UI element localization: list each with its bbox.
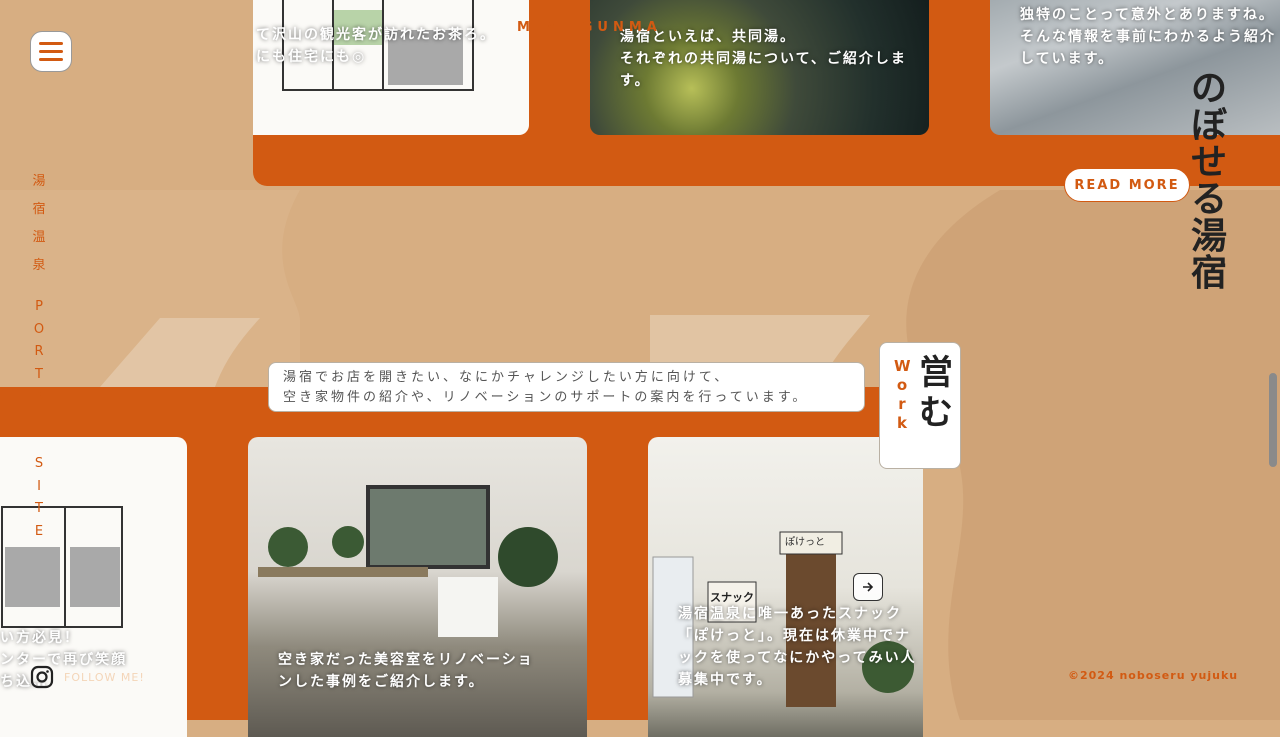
site-logo[interactable]: の ぼ せ る 湯 宿 bbox=[1188, 70, 1230, 292]
work-card-floorplan[interactable]: い方必見！ ンターで再び笑顔 ち込… bbox=[0, 437, 187, 737]
card-text: 空き家だった美容室をリノベーションした事例をご紹介します。 bbox=[278, 652, 534, 690]
work-callout: 湯宿でお店を開きたい、なにかチャレンジしたい方に向けて、 空き家物件の紹介や、リ… bbox=[268, 362, 865, 412]
next-arrow-button[interactable] bbox=[853, 573, 883, 601]
arrow-right-icon bbox=[863, 582, 874, 592]
card-text: 湯宿温泉に唯一あったスナック「ぽけっと」。現在は休業中でナックを使ってなにかやっ… bbox=[678, 606, 917, 688]
card-text: 独特のことって意外とありますね。 そんな情報を事前にわかるよう紹介しています。 bbox=[1020, 7, 1276, 67]
card-text: 湯宿といえば、共同湯。 それぞれの共同湯について、ご紹介します。 bbox=[620, 29, 907, 89]
info-card-local-info[interactable]: 独特のことって意外とありますね。 そんな情報を事前にわかるよう紹介しています。 bbox=[990, 0, 1280, 135]
callout-text: 湯宿でお店を開きたい、なにかチャレンジしたい方に向けて、 空き家物件の紹介や、リ… bbox=[283, 370, 809, 405]
marquee-text: M MI GUNMA bbox=[517, 20, 662, 35]
info-card-floorplan[interactable]: て沢山の観光客が訪れたお茶ろ。 にも住宅にも◎ bbox=[253, 0, 529, 135]
section-title: 営 む bbox=[919, 353, 953, 433]
read-more-button[interactable]: READ MORE bbox=[1064, 168, 1190, 202]
menu-button[interactable] bbox=[30, 31, 72, 72]
page-scrollbar[interactable] bbox=[1266, 0, 1280, 720]
scrollbar-thumb[interactable] bbox=[1269, 373, 1277, 467]
copyright-text: ©2024 noboseru yujuku bbox=[1068, 669, 1239, 682]
work-card-salon[interactable]: 空き家だった美容室をリノベーションした事例をご紹介します。 bbox=[248, 437, 587, 737]
section-label-en: W o r k bbox=[894, 357, 911, 432]
card-text: て沢山の観光客が訪れたお茶ろ。 にも住宅にも◎ bbox=[256, 27, 496, 65]
side-nav-portal-site[interactable]: P O R T A L S I T E bbox=[30, 296, 48, 543]
hamburger-icon bbox=[39, 42, 63, 45]
work-section-tag: W o r k 営 む bbox=[879, 342, 961, 469]
shop-sign: ぽけっと bbox=[785, 537, 825, 548]
follow-link[interactable]: FOLLOW ME! bbox=[30, 664, 145, 690]
follow-label: FOLLOW ME! bbox=[64, 670, 145, 684]
instagram-icon bbox=[30, 665, 54, 689]
side-nav-place[interactable]: 湯 宿 温 泉 bbox=[30, 168, 48, 280]
